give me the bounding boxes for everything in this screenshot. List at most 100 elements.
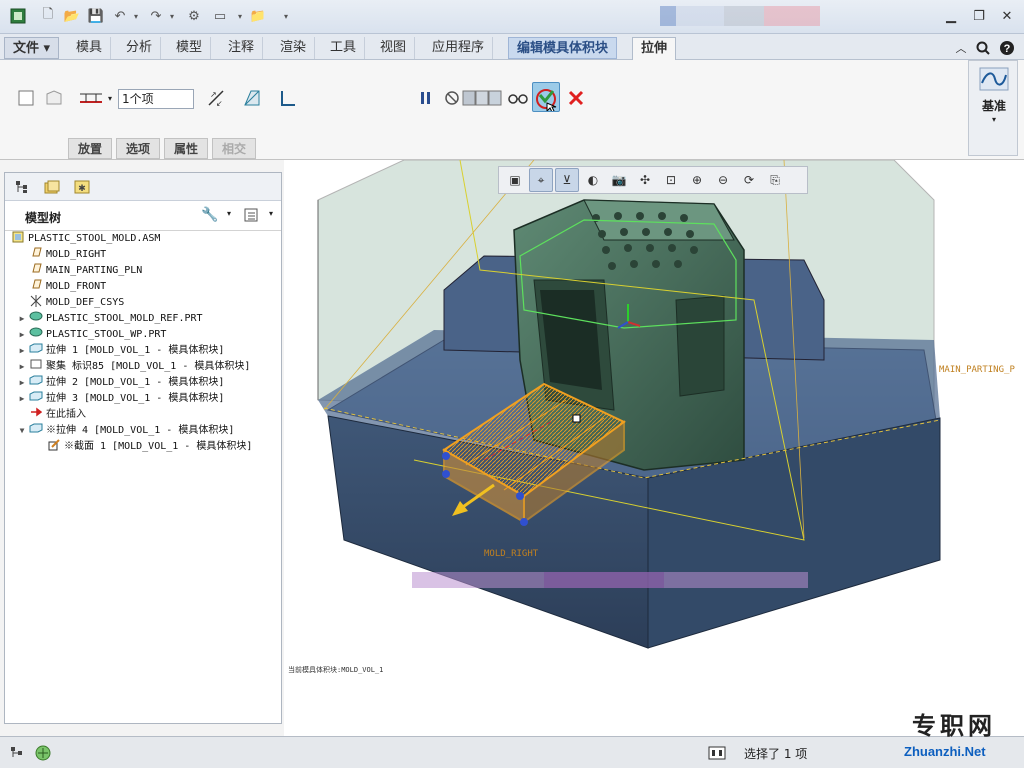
tree-row[interactable]: ▶ PLASTIC_STOOL_WP.PRT <box>5 327 281 343</box>
flip-direction-icon[interactable]: ↗ ↙ <box>204 86 228 110</box>
depth-blind-icon[interactable] <box>76 86 106 110</box>
tab-analysis[interactable]: 分析 <box>118 37 162 59</box>
extrude-surface-icon[interactable] <box>42 86 66 110</box>
view-toolbar: ▣ ⌖ ⊻ ◐ 📷 ✣ ⊡ ⊕ ⊖ ⟳ ⎘ <box>498 166 808 194</box>
folder-browser-tab-icon[interactable] <box>39 176 65 198</box>
tab-view[interactable]: 视图 <box>372 37 416 59</box>
mold-right-label: MOLD_RIGHT <box>484 549 539 559</box>
subtab-placement[interactable]: 放置 <box>68 138 113 159</box>
expand-arrow-icon[interactable]: ▶ <box>17 391 27 407</box>
tree-row-label: 在此插入 <box>46 409 86 420</box>
subtab-properties[interactable]: 属性 <box>164 138 209 159</box>
spin-center-icon[interactable]: ◐ <box>581 168 605 192</box>
depth-options-dropdown-icon[interactable]: ▾ <box>104 86 116 110</box>
tree-row-label: 拉伸 1 [MOLD_VOL_1 - 模具体积块] <box>46 345 225 356</box>
subtab-options[interactable]: 选项 <box>116 138 161 159</box>
datum-display-icon[interactable]: ⊻ <box>555 168 579 192</box>
pause-icon[interactable] <box>414 86 438 110</box>
tree-show-icon[interactable] <box>243 207 259 226</box>
save-icon[interactable]: 💾 <box>86 6 106 26</box>
tab-tools[interactable]: 工具 <box>322 37 366 59</box>
model-tree: PLASTIC_STOOL_MOLD.ASM MOLD_RIGHT MAIN_PAR… <box>5 231 281 455</box>
tree-row[interactable]: ▶ PLASTIC_STOOL_MOLD_REF.PRT <box>5 311 281 327</box>
application-window: 🗋 📂 💾 ↶ ▾ ↷ ▾ ⚙ ▭ ▾ 📁 ▾ ▁ ❐ ✕ 文件 ▾ 模具 分析… <box>0 0 1024 768</box>
confirm-button[interactable] <box>532 82 560 112</box>
regenerate-icon[interactable]: ⚙ <box>184 6 204 26</box>
tree-settings-dropdown-icon[interactable]: ▾ <box>227 209 231 218</box>
redo-dropdown-icon[interactable]: ▾ <box>162 6 182 26</box>
perspective-icon[interactable]: ✣ <box>633 168 657 192</box>
tree-row[interactable]: MOLD_DEF_CSYS <box>5 295 281 311</box>
tree-row[interactable]: ▶ 拉伸 2 [MOLD_VOL_1 - 模具体积块] <box>5 375 281 391</box>
repaint-icon[interactable]: ⟳ <box>737 168 761 192</box>
tree-row-label: PLASTIC_STOOL_WP.PRT <box>46 329 167 340</box>
tree-row[interactable]: ▶ 聚集 标识85 [MOLD_VOL_1 - 模具体积块] <box>5 359 281 375</box>
tree-row[interactable]: MOLD_FRONT <box>5 279 281 295</box>
tab-file[interactable]: 文件 ▾ <box>4 37 60 59</box>
close-window-icon[interactable]: 📁 <box>248 6 268 26</box>
expand-arrow-icon[interactable]: ▶ <box>17 359 27 375</box>
tab-render[interactable]: 渲染 <box>272 37 316 59</box>
tree-row[interactable]: MOLD_RIGHT <box>5 247 281 263</box>
tree-show-dropdown-icon[interactable]: ▾ <box>269 209 273 218</box>
verify-preview-icon[interactable] <box>506 86 530 110</box>
thicken-sketch-icon[interactable] <box>276 86 300 110</box>
tab-applications[interactable]: 应用程序 <box>424 37 494 59</box>
depth-value-field[interactable]: 1个项 <box>118 89 194 109</box>
saved-orientations-icon[interactable]: ▣ <box>503 168 527 192</box>
ribbon-tab-bar: 文件 ▾ 模具 分析 模型 注释 渲染 工具 视图 应用程序 编辑模具体积块 拉… <box>0 34 1024 61</box>
windows-icon[interactable]: ▭ <box>210 6 230 26</box>
minimize-icon[interactable]: ▁ <box>940 6 962 26</box>
customize-toolbar-icon[interactable]: ▾ <box>276 6 296 26</box>
toggle-browser-icon[interactable] <box>32 743 54 763</box>
display-style-icon[interactable]: ⌖ <box>529 168 553 192</box>
windows-dropdown-icon[interactable]: ▾ <box>230 6 250 26</box>
expand-arrow-icon[interactable]: ▶ <box>17 327 27 343</box>
tree-settings-icon[interactable]: 🔧 <box>201 207 218 223</box>
zoom-in-icon[interactable]: ⊕ <box>685 168 709 192</box>
tree-row-label: MOLD_FRONT <box>46 281 107 292</box>
restore-icon[interactable]: ❐ <box>968 6 990 26</box>
tree-row[interactable]: PLASTIC_STOOL_MOLD.ASM <box>5 231 281 247</box>
help-icon[interactable]: ? <box>998 39 1016 57</box>
undo-dropdown-icon[interactable]: ▾ <box>126 6 146 26</box>
collapse-arrow-icon[interactable]: ▼ <box>17 423 27 439</box>
datum-group[interactable]: 基准 ▾ <box>968 60 1018 156</box>
tree-row[interactable]: ▶ 拉伸 3 [MOLD_VOL_1 - 模具体积块] <box>5 391 281 407</box>
tree-row[interactable]: ※截面 1 [MOLD_VOL_1 - 模具体积块] <box>5 439 281 455</box>
extrude-icon <box>29 423 43 439</box>
extrude-solid-icon[interactable] <box>14 86 38 110</box>
new-file-icon[interactable]: 🗋 <box>38 6 58 26</box>
graphics-viewport[interactable]: MAIN_PARTING_P MOLD_RIGHT 当前模具体积块:MOLD_V… <box>284 160 1024 736</box>
model-tree-tab-icon[interactable] <box>9 176 35 198</box>
tree-row[interactable]: ▼ ※拉伸 4 [MOLD_VOL_1 - 模具体积块] <box>5 423 281 439</box>
tab-annotate[interactable]: 注释 <box>220 37 264 59</box>
expand-arrow-icon[interactable]: ▶ <box>17 311 27 327</box>
annotation-display-icon[interactable]: ⎘ <box>763 168 787 192</box>
expand-arrow-icon[interactable]: ▶ <box>17 343 27 359</box>
toggle-navigator-icon[interactable] <box>6 743 28 763</box>
tree-row-label: 拉伸 2 [MOLD_VOL_1 - 模具体积块] <box>46 377 225 388</box>
tab-extrude[interactable]: 拉伸 <box>632 37 677 61</box>
tab-mold[interactable]: 模具 <box>68 37 112 59</box>
zoom-out-icon[interactable]: ⊖ <box>711 168 735 192</box>
mold-3d-model[interactable]: MAIN_PARTING_P MOLD_RIGHT 当前模具体积块:MOLD_V… <box>284 160 1024 736</box>
tree-row[interactable]: 在此插入 <box>5 407 281 423</box>
camera-icon[interactable]: 📷 <box>607 168 631 192</box>
no-preview-icon[interactable] <box>440 86 464 110</box>
open-file-icon[interactable]: 📂 <box>62 6 82 26</box>
expand-arrow-icon[interactable]: ▶ <box>17 375 27 391</box>
remove-material-icon[interactable] <box>240 86 264 110</box>
tree-row[interactable]: MAIN_PARTING_PLN <box>5 263 281 279</box>
collapse-ribbon-icon[interactable]: ︿ <box>952 39 970 57</box>
preview-mode-icons[interactable] <box>462 86 502 110</box>
selection-filter-icon[interactable] <box>706 743 728 763</box>
search-icon[interactable] <box>974 39 992 57</box>
close-icon[interactable]: ✕ <box>996 6 1018 26</box>
tab-edit-mold-volume[interactable]: 编辑模具体积块 <box>508 37 618 59</box>
cancel-button[interactable] <box>564 86 588 110</box>
tree-row[interactable]: ▶ 拉伸 1 [MOLD_VOL_1 - 模具体积块] <box>5 343 281 359</box>
refit-icon[interactable]: ⊡ <box>659 168 683 192</box>
favorites-tab-icon[interactable]: ✱ <box>69 176 95 198</box>
tab-model[interactable]: 模型 <box>168 37 212 59</box>
